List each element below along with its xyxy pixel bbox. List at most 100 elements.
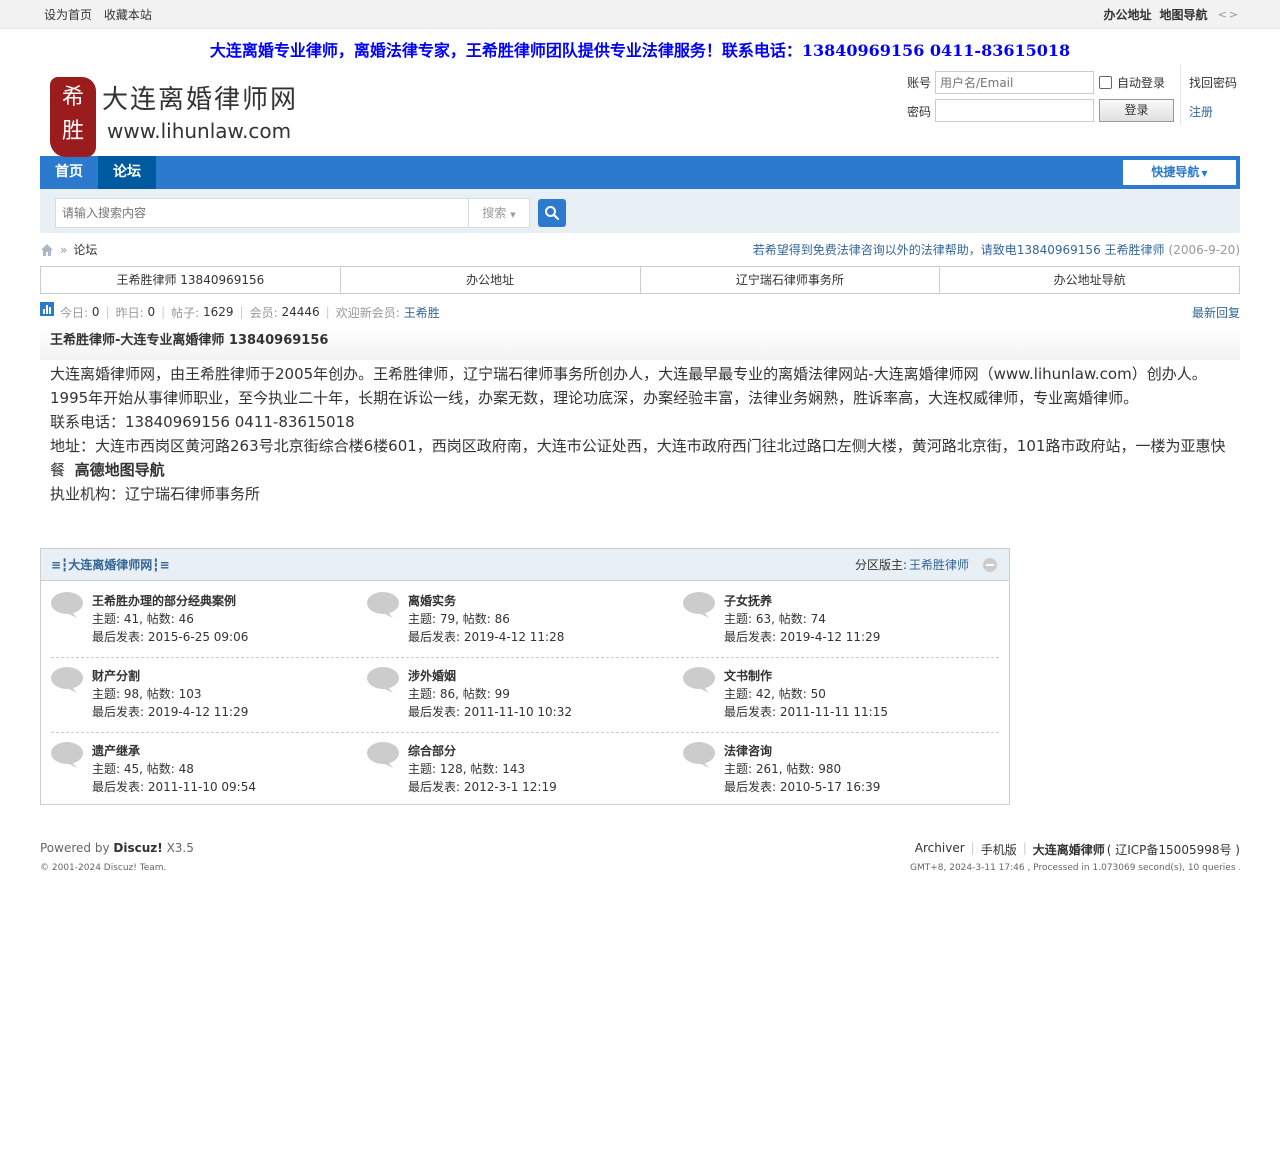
forum-name[interactable]: 法律咨询 [724, 742, 772, 759]
search-button[interactable] [538, 199, 566, 227]
mobile-link[interactable]: 手机版 [981, 841, 1017, 858]
intro-phone: 联系电话：13840969156 0411-83615018 [50, 413, 355, 431]
quick-link-office[interactable]: 办公地址 [339, 267, 640, 293]
archiver-link[interactable]: Archiver [915, 841, 965, 858]
forum-name[interactable]: 文书制作 [724, 667, 772, 684]
forum-count: 主题: 128, 帖数: 143 [408, 762, 526, 776]
login-button[interactable]: 登录 [1099, 99, 1174, 122]
forum-last-post[interactable]: 最后发表: 2012-3-1 12:19 [408, 778, 557, 795]
forum-item[interactable]: 涉外婚姻 主题: 86, 帖数: 99 最后发表: 2011-11-10 10:… [357, 665, 673, 725]
breadcrumb-forum[interactable]: 论坛 [73, 241, 97, 258]
posts-count: 1629 [203, 305, 234, 319]
forum-item[interactable]: 综合部分 主题: 128, 帖数: 143 最后发表: 2012-3-1 12:… [357, 740, 673, 800]
register-link[interactable]: 注册 [1189, 103, 1213, 120]
forum-item[interactable]: 离婚实务 主题: 79, 帖数: 86 最后发表: 2019-4-12 11:2… [357, 590, 673, 650]
forum-last-post[interactable]: 最后发表: 2019-4-12 11:29 [724, 628, 880, 645]
top-bar-left: 设为首页 收藏本站 [40, 6, 156, 23]
account-input[interactable] [935, 71, 1094, 94]
search-bar: 搜索 ▼ [40, 189, 1240, 233]
forum-last-post[interactable]: 最后发表: 2011-11-10 09:54 [92, 778, 256, 795]
amap-navigation-link[interactable]: 高德地图导航 [75, 461, 165, 479]
forum-bubble-icon [51, 742, 83, 768]
forum-item[interactable]: 法律咨询 主题: 261, 帖数: 980 最后发表: 2010-5-17 16… [673, 740, 989, 800]
quick-link-office-nav[interactable]: 办公地址导航 [939, 267, 1239, 293]
forum-count: 主题: 41, 帖数: 46 [92, 612, 194, 626]
latest-reply-link[interactable]: 最新回复 [1192, 304, 1240, 321]
search-input[interactable] [55, 198, 469, 228]
forum-row: 王希胜办理的部分经典案例 主题: 41, 帖数: 46 最后发表: 2015-6… [41, 582, 1009, 657]
forum-name[interactable]: 王希胜办理的部分经典案例 [92, 592, 236, 609]
forum-last-post[interactable]: 最后发表: 2011-11-11 11:15 [724, 703, 888, 720]
quick-link-firm[interactable]: 辽宁瑞石律师事务所 [639, 267, 940, 293]
posts-label: 帖子: [171, 305, 200, 320]
password-input[interactable] [935, 99, 1094, 122]
login-form: 账号 自动登录 密码 登录 找回密码 注册 [905, 65, 1240, 127]
forum-count: 主题: 63, 帖数: 74 [724, 612, 826, 626]
forum-row: 财产分割 主题: 98, 帖数: 103 最后发表: 2019-4-12 11:… [41, 657, 1009, 732]
forum-name[interactable]: 涉外婚姻 [408, 667, 456, 684]
address-text: 地址：大连市西岗区黄河路263号北京街综合楼6楼601，西岗区政府南，大连市公证… [50, 437, 1226, 479]
forum-last-post[interactable]: 最后发表: 2010-5-17 16:39 [724, 778, 880, 795]
forum-count: 主题: 261, 帖数: 980 [724, 762, 842, 776]
forum-last-post[interactable]: 最后发表: 2019-4-12 11:29 [92, 703, 248, 720]
icp-link[interactable]: ( 辽ICP备15005998号 ) [1107, 841, 1240, 858]
announcement-text: 若希望得到免费法律咨询以外的法律帮助，请致电13840969156 王希胜律师 [752, 243, 1165, 257]
quick-link-lawyer[interactable]: 王希胜律师 13840969156 [41, 267, 340, 293]
site-name-link[interactable]: 大连离婚律师 [1033, 843, 1105, 857]
logo-title: 大连离婚律师网 [102, 85, 299, 115]
yesterday-count: 0 [147, 305, 156, 319]
site-logo[interactable]: 希 胜 大连离婚律师网 www.lihunlaw.com [50, 77, 310, 159]
auto-login-checkbox[interactable]: 自动登录 [1099, 74, 1165, 91]
forum-bubble-icon [367, 667, 399, 693]
forum-name[interactable]: 子女抚养 [724, 592, 772, 609]
forum-item[interactable]: 文书制作 主题: 42, 帖数: 50 最后发表: 2011-11-11 11:… [673, 665, 989, 725]
forum-bubble-icon [683, 667, 715, 693]
logo-url: www.lihunlaw.com [107, 119, 292, 143]
discuz-link[interactable]: Discuz! [113, 841, 162, 855]
forum-item[interactable]: 子女抚养 主题: 63, 帖数: 74 最后发表: 2019-4-12 11:2… [673, 590, 989, 650]
switch-width-icon[interactable]: <> [1218, 8, 1240, 21]
search-type-select[interactable]: 搜索 ▼ [468, 198, 530, 228]
set-homepage-link[interactable]: 设为首页 [44, 8, 92, 22]
forum-item[interactable]: 王希胜办理的部分经典案例 主题: 41, 帖数: 46 最后发表: 2015-6… [41, 590, 357, 650]
favorite-site-link[interactable]: 收藏本站 [104, 8, 152, 22]
yesterday-label: 昨日: [115, 305, 144, 320]
intro-text: 大连离婚律师网，由王希胜律师于2005年创办。王希胜律师，辽宁瑞石律师事务所创办… [40, 360, 1240, 506]
home-icon[interactable] [40, 243, 54, 257]
dropdown-caret-icon: ▼ [1201, 169, 1208, 178]
newest-member-link[interactable]: 王希胜 [404, 304, 440, 321]
header: 希 胜 大连离婚律师网 www.lihunlaw.com 账号 自动登录 密码 … [40, 57, 1240, 159]
collapse-icon[interactable] [983, 557, 997, 572]
quick-nav-label: 快捷导航 [1151, 165, 1200, 179]
forum-group-title[interactable]: ≡┇大连离婚律师网┇≡ [51, 556, 170, 573]
quick-nav-button[interactable]: 快捷导航 ▼ [1123, 160, 1236, 185]
forum-item[interactable]: 财产分割 主题: 98, 帖数: 103 最后发表: 2019-4-12 11:… [41, 665, 357, 725]
find-password-link[interactable]: 找回密码 [1189, 74, 1237, 91]
forum-bubble-icon [51, 667, 83, 693]
seal-logo-icon: 希 胜 [50, 77, 96, 157]
office-address-link[interactable]: 办公地址 [1104, 6, 1152, 23]
seal-char-top: 希 [61, 85, 84, 110]
map-navigation-link[interactable]: 地图导航 [1160, 6, 1208, 23]
top-bar-right: 办公地址 地图导航 <> [1096, 6, 1240, 23]
checkbox-icon[interactable] [1099, 76, 1112, 89]
stats-chart-icon[interactable] [40, 302, 54, 316]
forum-last-post[interactable]: 最后发表: 2019-4-12 11:28 [408, 628, 564, 645]
forum-bubble-icon [683, 592, 715, 618]
forum-name[interactable]: 财产分割 [92, 667, 140, 684]
nav-item-home[interactable]: 首页 [40, 156, 98, 189]
forum-group: ≡┇大连离婚律师网┇≡ 分区版主: 王希胜律师 王希胜办理的部分经典案例 主题:… [40, 548, 1010, 805]
forum-last-post[interactable]: 最后发表: 2015-6-25 09:06 [92, 628, 248, 645]
forum-item[interactable]: 遗产继承 主题: 45, 帖数: 48 最后发表: 2011-11-10 09:… [41, 740, 357, 800]
forum-name[interactable]: 综合部分 [408, 742, 456, 759]
password-label: 密码 [906, 105, 931, 119]
forum-name[interactable]: 离婚实务 [408, 592, 456, 609]
account-label: 账号 [906, 76, 931, 90]
forum-name[interactable]: 遗产继承 [92, 742, 140, 759]
nav-item-forum[interactable]: 论坛 [98, 156, 156, 189]
intro-paragraph: 大连离婚律师网，由王希胜律师于2005年创办。王希胜律师，辽宁瑞石律师事务所创办… [50, 365, 1207, 383]
forum-last-post[interactable]: 最后发表: 2011-11-10 10:32 [408, 703, 572, 720]
announcement[interactable]: 若希望得到免费法律咨询以外的法律帮助，请致电13840969156 王希胜律师(… [753, 241, 1240, 258]
powered-by: Powered by Discuz! X3.5 [40, 841, 194, 855]
moderator-link[interactable]: 王希胜律师 [909, 556, 969, 573]
